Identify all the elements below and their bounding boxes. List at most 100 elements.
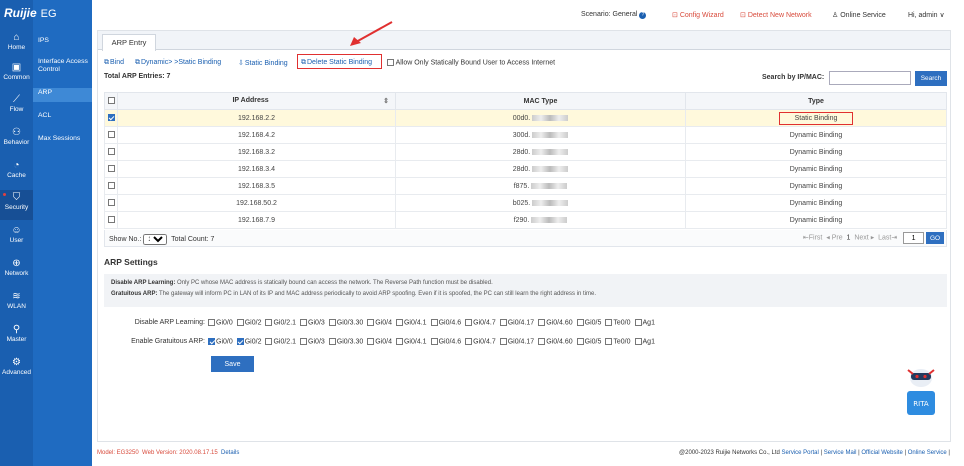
select-all-cell[interactable]: [104, 92, 118, 110]
header-ip[interactable]: IP Address ⇕: [117, 92, 396, 110]
gratuitous-port-ag1[interactable]: Ag1: [634, 338, 655, 345]
disable-port-gi0-4[interactable]: Gi0/4: [367, 319, 392, 326]
port-checkbox[interactable]: [538, 319, 546, 326]
port-checkbox[interactable]: [465, 338, 473, 345]
dynamic-to-static-button[interactable]: ⧉Dynamic> >Static Binding: [135, 59, 221, 67]
gratuitous-port-gi0-2-1[interactable]: Gi0/2.1: [265, 338, 296, 345]
row-select-cell[interactable]: [104, 177, 118, 195]
port-checkbox[interactable]: [499, 338, 507, 345]
only-static-option[interactable]: Allow Only Statically Bound User to Acce…: [387, 59, 555, 66]
delete-static-binding-button[interactable]: ⧉Delete Static Binding: [301, 59, 372, 67]
port-checkbox[interactable]: [430, 338, 438, 345]
port-checkbox[interactable]: [395, 338, 403, 345]
port-checkbox[interactable]: [300, 319, 308, 326]
port-checkbox[interactable]: [538, 338, 546, 345]
port-checkbox[interactable]: [328, 319, 336, 326]
port-checkbox[interactable]: [265, 319, 273, 326]
disable-port-gi0-4-1[interactable]: Gi0/4.1: [395, 319, 427, 326]
port-checkbox[interactable]: [265, 338, 273, 345]
port-checkbox[interactable]: [605, 319, 613, 326]
rail-item-advanced[interactable]: ⚙ Advanced: [0, 355, 33, 385]
port-checkbox[interactable]: [576, 319, 584, 326]
gratuitous-port-gi0-3-30[interactable]: Gi0/3.30: [328, 338, 363, 345]
gratuitous-port-gi0-3[interactable]: Gi0/3: [300, 338, 325, 345]
row-checkbox[interactable]: [107, 148, 115, 156]
disable-port-gi0-4-7[interactable]: Gi0/4.7: [465, 319, 496, 326]
detect-network-link[interactable]: ⊡ Detect New Network: [740, 11, 812, 19]
row-checkbox[interactable]: [107, 182, 115, 190]
rail-item-common[interactable]: ▣ Common: [0, 60, 33, 90]
row-checkbox[interactable]: [107, 199, 115, 207]
disable-port-ag1[interactable]: Ag1: [634, 319, 655, 326]
rail-item-behavior[interactable]: ⚇ Behavior: [0, 125, 33, 155]
gratuitous-port-gi0-4-1[interactable]: Gi0/4.1: [395, 338, 427, 345]
disable-port-gi0-4-60[interactable]: Gi0/4.60: [538, 319, 573, 326]
rail-item-home[interactable]: ⌂ Home: [0, 30, 33, 60]
rail-item-security[interactable]: ⛉ Security: [0, 190, 33, 220]
row-checkbox[interactable]: [107, 216, 115, 224]
disable-port-gi0-5[interactable]: Gi0/5: [576, 319, 601, 326]
port-checkbox[interactable]: [367, 338, 375, 345]
table-row[interactable]: 192.168.3.5 f875. Dynamic Binding: [104, 177, 947, 195]
port-checkbox[interactable]: [328, 338, 336, 345]
gratuitous-port-gi0-0[interactable]: Gi0/0: [208, 338, 233, 345]
gratuitous-port-gi0-4[interactable]: Gi0/4: [367, 338, 392, 345]
submenu-item-interface-access-control[interactable]: Interface Access Control: [33, 57, 92, 79]
go-button[interactable]: GO: [926, 232, 944, 244]
row-checkbox[interactable]: [107, 114, 115, 122]
submenu-item-ips[interactable]: IPS: [33, 36, 92, 50]
rail-item-master[interactable]: ⚲ Master: [0, 322, 33, 352]
port-checkbox[interactable]: [208, 338, 215, 345]
disable-port-gi0-2-1[interactable]: Gi0/2.1: [265, 319, 296, 326]
rail-item-network[interactable]: ⊕ Network: [0, 256, 33, 286]
gratuitous-port-gi0-4-6[interactable]: Gi0/4.6: [430, 338, 461, 345]
sort-icon[interactable]: ⇕: [383, 97, 389, 105]
prev-page-button[interactable]: ◂ Pre: [826, 235, 842, 242]
disable-port-te0-0[interactable]: Te0/0: [605, 319, 631, 326]
official-website-link[interactable]: Official Website: [861, 450, 902, 456]
table-row[interactable]: 192.168.3.4 28d0. Dynamic Binding: [104, 160, 947, 178]
disable-port-gi0-4-17[interactable]: Gi0/4.17: [499, 319, 534, 326]
port-checkbox[interactable]: [236, 338, 244, 345]
table-row[interactable]: 192.168.50.2 b025. Dynamic Binding: [104, 194, 947, 212]
port-checkbox[interactable]: [465, 319, 473, 326]
static-binding-button[interactable]: ⇩Static Binding: [238, 59, 288, 67]
row-checkbox[interactable]: [107, 131, 115, 139]
row-select-cell[interactable]: [104, 109, 118, 127]
service-mail-link[interactable]: Service Mail: [824, 450, 857, 456]
gratuitous-port-gi0-4-17[interactable]: Gi0/4.17: [499, 338, 534, 345]
rail-item-flow[interactable]: ⟋ Flow: [0, 92, 33, 122]
port-checkbox[interactable]: [367, 319, 375, 326]
config-wizard-link[interactable]: ⊡ Config Wizard: [672, 11, 724, 19]
gratuitous-port-gi0-2[interactable]: Gi0/2: [236, 338, 261, 345]
port-checkbox[interactable]: [395, 319, 403, 326]
submenu-item-max-sessions[interactable]: Max Sessions: [33, 134, 92, 148]
port-checkbox[interactable]: [236, 319, 244, 326]
table-row[interactable]: 192.168.4.2 300d. Dynamic Binding: [104, 126, 947, 144]
gratuitous-port-gi0-4-7[interactable]: Gi0/4.7: [465, 338, 496, 345]
submenu-item-acl[interactable]: ACL: [33, 111, 92, 125]
details-link[interactable]: Details: [221, 450, 239, 456]
port-checkbox[interactable]: [208, 319, 215, 326]
online-service-footer-link[interactable]: Online Service: [908, 450, 947, 456]
select-all-checkbox[interactable]: [107, 97, 115, 105]
page-jump-input[interactable]: [903, 232, 925, 244]
gratuitous-port-gi0-5[interactable]: Gi0/5: [576, 338, 601, 345]
port-checkbox[interactable]: [634, 338, 642, 345]
row-select-cell[interactable]: [104, 194, 118, 212]
disable-port-gi0-3[interactable]: Gi0/3: [300, 319, 325, 326]
rail-item-user[interactable]: ☺ User: [0, 223, 33, 253]
help-icon[interactable]: ?: [639, 12, 647, 19]
port-checkbox[interactable]: [300, 338, 308, 345]
port-checkbox[interactable]: [634, 319, 642, 326]
next-page-button[interactable]: Next ▸: [854, 235, 874, 242]
submenu-item-arp[interactable]: ARP: [33, 88, 92, 102]
user-menu[interactable]: Hi, admin ∨: [908, 11, 945, 19]
service-portal-link[interactable]: Service Portal: [782, 450, 819, 456]
rita-assistant-icon[interactable]: RITA: [905, 362, 937, 418]
port-checkbox[interactable]: [576, 338, 584, 345]
port-checkbox[interactable]: [430, 319, 438, 326]
row-checkbox[interactable]: [107, 165, 115, 173]
rail-item-cache[interactable]: ◔ Cache: [0, 158, 33, 188]
row-select-cell[interactable]: [104, 160, 118, 178]
